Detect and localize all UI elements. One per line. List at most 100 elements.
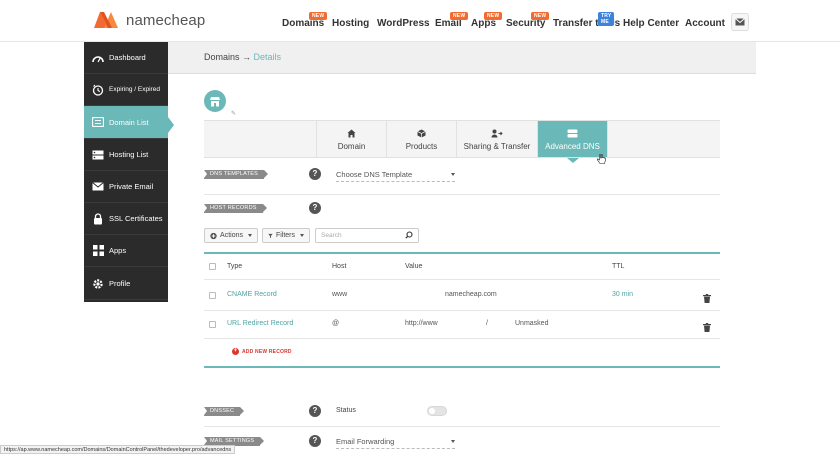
tab-label: Products — [405, 141, 438, 151]
table-bottom-rule — [204, 366, 720, 368]
chevron-down-icon — [451, 173, 455, 176]
sidebar-item-hosting-list[interactable]: Hosting List — [84, 139, 168, 171]
server-icon — [91, 148, 105, 162]
record-value[interactable]: http://www — [405, 320, 438, 327]
search-placeholder: Search — [321, 232, 342, 239]
divider — [204, 426, 720, 427]
domain-tabs: Domain Products Sharing & Transfer Advan… — [204, 120, 720, 158]
sidebar-item-label: Expiring / Expired — [109, 86, 160, 93]
top-header: namecheap Domains NEW Hosting WordPress … — [0, 0, 840, 42]
dns-template-select[interactable]: Choose DNS Template — [336, 170, 455, 182]
dns-icon — [567, 128, 578, 139]
record-value-suffix: / — [486, 320, 488, 327]
nav-account[interactable]: Account — [685, 18, 725, 29]
mail-settings-value: Email Forwarding — [336, 437, 395, 446]
chevron-down-icon — [300, 234, 304, 237]
record-host[interactable]: @ — [332, 320, 339, 327]
brand-logo[interactable]: namecheap — [92, 10, 205, 30]
edit-pencil-icon[interactable]: ✎ — [231, 110, 236, 117]
gauge-icon — [91, 51, 105, 65]
envelope-icon — [91, 180, 105, 194]
record-type[interactable]: CNAME Record — [227, 291, 277, 298]
row-checkbox[interactable] — [209, 321, 216, 328]
sidebar-item-private-email[interactable]: Private Email — [84, 171, 168, 203]
record-redirect-mode[interactable]: Unmasked — [515, 320, 548, 327]
breadcrumb-parent[interactable]: Domains — [204, 52, 240, 62]
col-type[interactable]: Type — [227, 263, 242, 270]
dns-templates-label: DNS TEMPLATES — [204, 170, 268, 179]
search-input[interactable]: Search — [315, 228, 419, 243]
dnssec-status-label: Status — [336, 407, 356, 414]
sidebar-item-label: Hosting List — [109, 150, 149, 159]
col-host[interactable]: Host — [332, 263, 346, 270]
home-icon — [347, 128, 356, 139]
sidebar: Dashboard Expiring / Expired Domain List… — [84, 42, 168, 302]
trash-icon[interactable] — [703, 319, 711, 337]
nav-help-center[interactable]: Help Center — [623, 18, 679, 29]
actions-button[interactable]: Actions — [204, 228, 258, 243]
brand-name: namecheap — [126, 11, 206, 29]
record-value[interactable]: namecheap.com — [445, 291, 497, 298]
col-value[interactable]: Value — [405, 263, 422, 270]
sidebar-item-profile[interactable]: Profile — [84, 268, 168, 300]
sidebar-item-label: SSL Certificates — [109, 214, 163, 223]
sidebar-item-dashboard[interactable]: Dashboard — [84, 42, 168, 74]
filters-label: Filters — [275, 232, 295, 239]
lock-icon — [91, 212, 105, 226]
help-icon[interactable]: ? — [309, 168, 321, 180]
dnssec-toggle[interactable] — [427, 406, 447, 416]
nav-transfer-badge: TRY ME — [598, 12, 615, 26]
tab-label: Advanced DNS — [545, 141, 600, 151]
record-ttl[interactable]: 30 min — [612, 291, 633, 298]
gear-icon — [91, 277, 105, 291]
mail-settings-select[interactable]: Email Forwarding — [336, 437, 455, 449]
help-icon[interactable]: ? — [309, 435, 321, 447]
nav-wordpress[interactable]: WordPress — [377, 18, 430, 29]
row-checkbox[interactable] — [209, 292, 216, 299]
list-icon — [91, 115, 105, 129]
breadcrumb: Domains → Details — [204, 52, 281, 62]
sidebar-item-ssl[interactable]: SSL Certificates — [84, 203, 168, 235]
breadcrumb-band: Domains → Details — [168, 42, 756, 74]
tab-divider — [607, 121, 608, 157]
help-icon[interactable]: ? — [309, 202, 321, 214]
divider — [204, 338, 720, 339]
browser-status-url: https://ap.www.namecheap.com/Domains/Dom… — [0, 445, 236, 454]
search-icon[interactable] — [405, 231, 413, 241]
sidebar-item-expiring[interactable]: Expiring / Expired — [84, 74, 168, 106]
select-all-checkbox[interactable] — [209, 263, 216, 270]
col-ttl[interactable]: TTL — [612, 263, 624, 270]
add-new-record-button[interactable]: + ADD NEW RECORD — [232, 348, 292, 355]
messages-button[interactable] — [731, 13, 749, 31]
breadcrumb-current: Details — [253, 52, 282, 62]
filter-icon — [268, 233, 273, 238]
breadcrumb-separator: → — [242, 52, 252, 62]
tab-domain[interactable]: Domain — [316, 121, 386, 157]
clock-icon — [91, 83, 105, 97]
chevron-down-icon — [248, 234, 252, 237]
trash-icon[interactable] — [703, 290, 711, 308]
nav-hosting[interactable]: Hosting — [332, 18, 369, 29]
sidebar-item-domain-list[interactable]: Domain List — [84, 106, 168, 139]
record-type[interactable]: URL Redirect Record — [227, 320, 293, 327]
record-host[interactable]: www — [332, 291, 347, 298]
tab-sharing-transfer[interactable]: Sharing & Transfer — [456, 121, 537, 157]
tab-label: Domain — [337, 141, 366, 151]
nav-security-badge: NEW — [531, 12, 550, 20]
tab-label: Sharing & Transfer — [463, 141, 531, 151]
sidebar-item-label: Private Email — [109, 182, 154, 191]
nav-email-badge: NEW — [450, 12, 469, 20]
namecheap-logo-icon — [92, 10, 122, 30]
sidebar-item-label: Dashboard — [109, 53, 146, 62]
sidebar-item-apps[interactable]: Apps — [84, 235, 168, 267]
help-icon[interactable]: ? — [309, 405, 321, 417]
filters-button[interactable]: Filters — [262, 228, 310, 243]
tab-products[interactable]: Products — [386, 121, 456, 157]
divider — [204, 194, 720, 195]
divider — [204, 279, 720, 280]
box-icon — [417, 128, 426, 139]
chevron-down-icon — [451, 440, 455, 443]
host-records-label: HOST RECORDS — [204, 204, 267, 213]
sidebar-item-label: Domain List — [109, 117, 149, 127]
active-indicator — [168, 117, 174, 133]
